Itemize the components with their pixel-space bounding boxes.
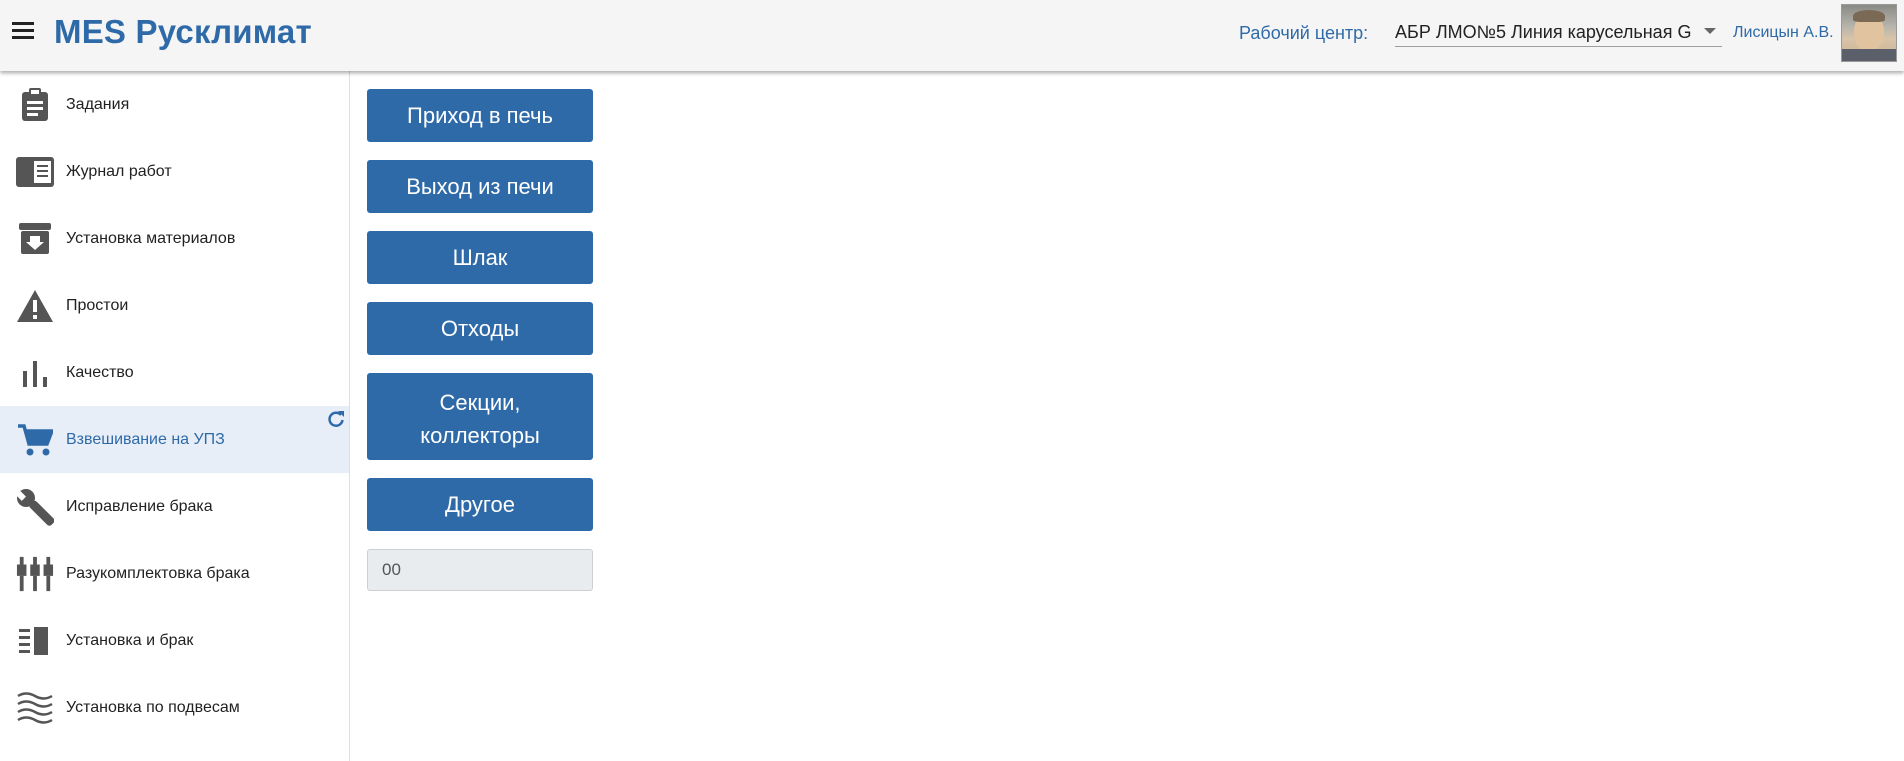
- waves-icon: [16, 689, 54, 727]
- work-center-select[interactable]: АБР ЛМО№5 Линия карусельная G: [1395, 22, 1722, 47]
- top-bar: MES Русклимат Рабочий центр: АБР ЛМО№5 Л…: [0, 0, 1904, 71]
- sidebar-item-install-defect[interactable]: Установка и брак: [0, 607, 349, 674]
- other-button[interactable]: Другое: [367, 478, 593, 531]
- sidebar-item-defect-fix[interactable]: Исправление брака: [0, 473, 349, 540]
- sidebar-item-journal[interactable]: Журнал работ: [0, 138, 349, 205]
- app-title: MES Русклимат: [54, 13, 312, 50]
- sidebar-item-label: Задания: [66, 95, 130, 113]
- slag-button[interactable]: Шлак: [367, 231, 593, 284]
- avatar[interactable]: [1841, 4, 1897, 62]
- sidebar-item-label: Простои: [66, 296, 129, 314]
- sidebar-item-tasks[interactable]: Задания: [0, 71, 349, 138]
- sidebar-item-hanger-install[interactable]: Установка по подвесам: [0, 674, 349, 741]
- wrench-icon: [16, 488, 54, 526]
- sidebar-item-label: Установка по подвесам: [66, 698, 240, 716]
- sidebar-item-label: Журнал работ: [66, 162, 172, 180]
- waste-button[interactable]: Отходы: [367, 302, 593, 355]
- sidebar-item-label: Качество: [66, 363, 134, 381]
- bar-chart-icon: [16, 354, 54, 392]
- journal-icon: [16, 153, 54, 191]
- work-center-label: Рабочий центр:: [1239, 23, 1369, 43]
- sidebar-item-label: Взвешивание на УПЗ: [66, 430, 225, 448]
- sidebar-item-label: Установка и брак: [66, 631, 194, 649]
- sidebar-item-downtime[interactable]: Простои: [0, 272, 349, 339]
- sidebar-item-label: Исправление брака: [66, 497, 213, 515]
- user-name[interactable]: Лисицын А.В.: [1733, 24, 1834, 42]
- refresh-icon[interactable]: [327, 410, 345, 428]
- sidebar-item-defect-disassembly[interactable]: Разукомплектовка брака: [0, 540, 349, 607]
- sidebar: Задания Журнал работ Установка материало…: [0, 71, 350, 761]
- furnace-out-button[interactable]: Выход из печи: [367, 160, 593, 213]
- sidebar-item-label: Установка материалов: [66, 229, 236, 247]
- archive-download-icon: [16, 220, 54, 258]
- main-content: Приход в печь Выход из печи Шлак Отходы …: [367, 89, 593, 591]
- sidebar-item-material-install[interactable]: Установка материалов: [0, 205, 349, 272]
- clipboard-icon: [16, 86, 54, 124]
- work-center-value: АБР ЛМО№5 Линия карусельная G: [1395, 22, 1692, 42]
- hamburger-menu-icon[interactable]: [12, 22, 34, 44]
- furnace-in-button[interactable]: Приход в печь: [367, 89, 593, 142]
- caret-down-icon: [1704, 28, 1716, 34]
- sidebar-item-label: Разукомплектовка брака: [66, 564, 250, 582]
- list-block-icon: [16, 622, 54, 660]
- sections-collectors-button[interactable]: Секции, коллекторы: [367, 373, 593, 460]
- sidebar-item-quality[interactable]: Качество: [0, 339, 349, 406]
- sidebar-item-weighing[interactable]: Взвешивание на УПЗ: [0, 406, 349, 473]
- plugs-icon: [16, 555, 54, 593]
- cart-icon: [16, 421, 54, 459]
- weight-input[interactable]: [367, 549, 593, 591]
- warning-icon: [16, 287, 54, 325]
